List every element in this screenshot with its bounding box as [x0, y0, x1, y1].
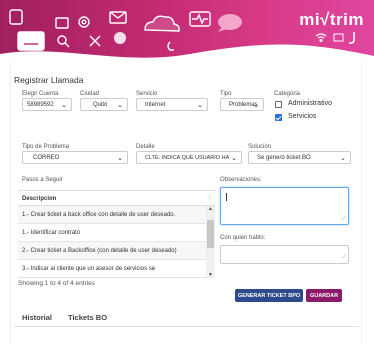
chevron-down-icon: ⌄: [231, 154, 237, 162]
table-info: Showing 1 to 4 of 4 entries: [18, 280, 95, 287]
service-value: Internet: [145, 102, 166, 108]
resize-handle-icon[interactable]: ⟋: [342, 255, 346, 262]
table-row: 1.- Identificar contrato: [18, 224, 215, 242]
contact-label: Con quien hablo:: [220, 235, 266, 241]
chat-bubble-icon: [218, 14, 242, 32]
problem-type-select[interactable]: CORREO ⌄: [22, 151, 128, 164]
hook-icon: [349, 32, 355, 44]
generate-ticket-button[interactable]: GENERAR TICKET BPO: [235, 289, 303, 302]
service-select[interactable]: Internet ⌄: [136, 98, 208, 111]
table-row: 2.- Crear ticket a Backoffice (con detal…: [18, 242, 215, 260]
category-administrativo-label: Administrativo: [288, 100, 332, 107]
city-label: Ciudad: [80, 91, 100, 97]
category-administrativo-checkbox[interactable]: [275, 101, 282, 108]
save-button[interactable]: GUARDAR: [306, 289, 342, 302]
category-servicios-checkbox[interactable]: [275, 114, 282, 121]
detail-label: Detalle: [136, 144, 155, 150]
city-value: Quito: [93, 102, 108, 108]
category-servicios-label: Servicios: [288, 113, 317, 120]
pulse-icon: [189, 11, 211, 27]
problem-type-value: CORREO: [33, 155, 60, 161]
scroll-up-icon[interactable]: ▲: [206, 206, 215, 212]
steps-table: Descripcion ↕ 1.- Crear ticket a back of…: [18, 190, 215, 278]
tab-tickets-bo[interactable]: Tickets BO: [68, 313, 107, 322]
sort-icon[interactable]: ↕: [208, 195, 211, 201]
search-icon: [57, 35, 70, 48]
tools-icon: [89, 35, 101, 47]
detail-select[interactable]: CLTE. INDICA QUE USUARIO HA S ⌄: [136, 151, 242, 164]
chevron-down-icon: ⌄: [117, 102, 123, 109]
signal-icon: [333, 33, 344, 42]
service-label: Servicio: [136, 91, 158, 97]
header-banner: mi√trim: [0, 0, 374, 62]
email-icon: [109, 11, 127, 24]
wifi-icon: [315, 33, 327, 43]
brand-logo: mi√trim: [299, 10, 364, 29]
table-row: 3.- Indicar al cliente que un asesor de …: [18, 260, 215, 277]
account-label: Elegir Cuenta: [22, 91, 59, 97]
tabs-divider: [14, 326, 359, 327]
solution-select[interactable]: Se generó ticket BO ⌄: [248, 151, 351, 164]
text-cursor: [226, 193, 227, 201]
detail-value: CLTE. INDICA QUE USUARIO HA S: [145, 155, 235, 161]
chevron-down-icon: ⌄: [61, 102, 67, 109]
chevron-down-icon: ⌄: [340, 155, 346, 162]
column-description: Descripcion: [22, 196, 57, 202]
solution-value: Se generó ticket BO: [257, 155, 311, 161]
account-select[interactable]: 58989592 ⌄: [22, 98, 72, 111]
monitor-icon: [17, 31, 45, 51]
table-scrollbar[interactable]: ▲ ▼: [206, 206, 215, 278]
type-select[interactable]: Problemas ⌄: [220, 98, 264, 111]
observations-field[interactable]: ⟋: [220, 187, 349, 225]
chevron-down-icon: ⌄: [197, 102, 203, 109]
problem-type-label: Tipo de Problema: [22, 144, 70, 150]
chevron-down-icon: ⌄: [253, 102, 259, 109]
contact-field[interactable]: ⟋: [220, 245, 349, 264]
scroll-down-icon[interactable]: ▼: [206, 272, 215, 278]
account-value: 58989592: [27, 102, 54, 108]
type-label: Tipo: [220, 91, 232, 97]
observations-label: Observaciones:: [220, 177, 262, 183]
page-title: Registrar Llamada: [14, 75, 84, 85]
city-select[interactable]: Quito ⌄: [80, 98, 128, 111]
steps-label: Pasos a Seguir: [22, 177, 63, 183]
chevron-down-icon: ⌄: [117, 155, 123, 162]
gear-icon: [78, 16, 90, 28]
table-header[interactable]: Descripcion ↕: [18, 190, 215, 206]
category-label: Categoria: [274, 91, 301, 97]
table-row: 1.- Crear ticket a back office con detal…: [18, 206, 215, 224]
solution-label: Solución: [248, 144, 272, 150]
resize-handle-icon[interactable]: ⟋: [342, 216, 346, 223]
brand-icons: [315, 32, 355, 44]
banner-illustration: [9, 9, 242, 51]
phone-icon: [167, 41, 174, 51]
scroll-thumb[interactable]: [207, 220, 214, 248]
cloud-icon: [144, 15, 180, 32]
settings-bubble-icon: [114, 32, 126, 44]
tab-historial[interactable]: Historial: [22, 313, 52, 322]
